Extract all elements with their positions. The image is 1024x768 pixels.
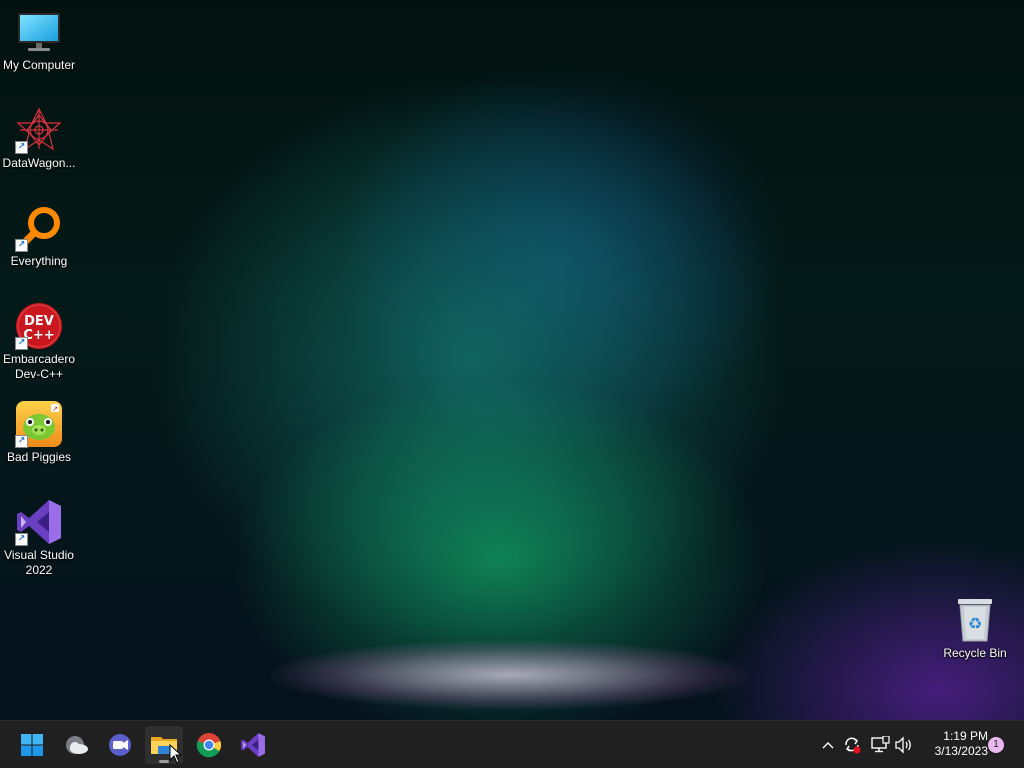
dev-cpp-icon: DEV C++ ↗ bbox=[15, 302, 63, 350]
desktop-icon-bad-piggies[interactable]: ↗ ↗ Bad Piggies bbox=[0, 400, 78, 465]
clock-date: 3/13/2023 bbox=[934, 744, 988, 758]
bad-piggies-icon: ↗ ↗ bbox=[15, 400, 63, 448]
chrome-button[interactable] bbox=[190, 726, 228, 764]
desktop[interactable]: My Computer ↗ DataWagon... ↗ Everything … bbox=[0, 0, 1024, 720]
visual-studio-button[interactable] bbox=[234, 726, 272, 764]
desktop-icon-label: Bad Piggies bbox=[6, 450, 72, 464]
everything-search-icon: ↗ bbox=[15, 204, 63, 252]
network-button[interactable] bbox=[870, 735, 890, 755]
chat-button[interactable] bbox=[101, 726, 139, 764]
chevron-up-icon bbox=[822, 742, 834, 749]
clock[interactable]: 1:19 PM 3/13/2023 bbox=[918, 729, 988, 759]
svg-text:C++: C++ bbox=[23, 328, 54, 343]
desktop-icon-label: Visual Studio 2022 bbox=[4, 548, 74, 577]
svg-text:↗: ↗ bbox=[52, 405, 58, 413]
speaker-icon bbox=[895, 736, 911, 754]
notification-badge[interactable]: 1 bbox=[988, 737, 1004, 753]
weather-icon bbox=[66, 736, 88, 754]
desktop-icon-everything[interactable]: ↗ Everything bbox=[0, 204, 78, 269]
wallpaper-orb bbox=[110, 0, 910, 700]
svg-text:DEV: DEV bbox=[24, 314, 54, 329]
monitor-icon bbox=[15, 8, 63, 56]
clock-time: 1:19 PM bbox=[943, 729, 988, 743]
show-hidden-icons-button[interactable] bbox=[818, 735, 838, 755]
desktop-icon-datawagon[interactable]: ↗ DataWagon... bbox=[0, 106, 78, 171]
shortcut-arrow-icon: ↗ bbox=[15, 435, 28, 448]
visual-studio-icon: ↗ bbox=[15, 498, 63, 546]
desktop-icon-dev-cpp[interactable]: DEV C++ ↗ Embarcadero Dev-C++ bbox=[0, 302, 78, 382]
visual-studio-icon bbox=[241, 733, 265, 757]
volume-button[interactable] bbox=[894, 735, 914, 755]
datawagon-icon: ↗ bbox=[15, 106, 63, 154]
weather-widget-button[interactable] bbox=[58, 726, 96, 764]
recycle-bin-icon: ♻ bbox=[951, 596, 999, 644]
start-button[interactable] bbox=[13, 726, 51, 764]
taskbar: 1:19 PM 3/13/2023 1 bbox=[0, 720, 1024, 768]
shortcut-arrow-icon: ↗ bbox=[15, 239, 28, 252]
sync-error-icon bbox=[845, 737, 861, 754]
mouse-cursor-icon bbox=[169, 744, 183, 764]
shortcut-arrow-icon: ↗ bbox=[15, 141, 28, 154]
sync-tray-button[interactable] bbox=[842, 735, 862, 755]
wallpaper-glow bbox=[270, 640, 750, 710]
desktop-icon-label: Everything bbox=[10, 254, 68, 268]
desktop-icon-visual-studio[interactable]: ↗ Visual Studio 2022 bbox=[0, 498, 78, 578]
desktop-icon-label: Embarcadero Dev-C++ bbox=[2, 352, 76, 381]
desktop-icon-recycle-bin[interactable]: ♻ Recycle Bin bbox=[936, 596, 1014, 661]
teams-chat-icon bbox=[109, 734, 131, 756]
desktop-icon-my-computer[interactable]: My Computer bbox=[0, 8, 78, 73]
chrome-icon bbox=[196, 733, 222, 758]
desktop-icon-label: DataWagon... bbox=[2, 156, 76, 170]
desktop-icon-label: Recycle Bin bbox=[943, 646, 1007, 660]
shortcut-arrow-icon: ↗ bbox=[15, 533, 28, 546]
svg-text:♻: ♻ bbox=[968, 614, 982, 633]
shortcut-arrow-icon: ↗ bbox=[15, 337, 28, 350]
desktop-icon-label: My Computer bbox=[2, 58, 76, 72]
active-indicator bbox=[159, 760, 169, 763]
start-icon bbox=[21, 734, 43, 756]
network-icon bbox=[871, 736, 890, 753]
